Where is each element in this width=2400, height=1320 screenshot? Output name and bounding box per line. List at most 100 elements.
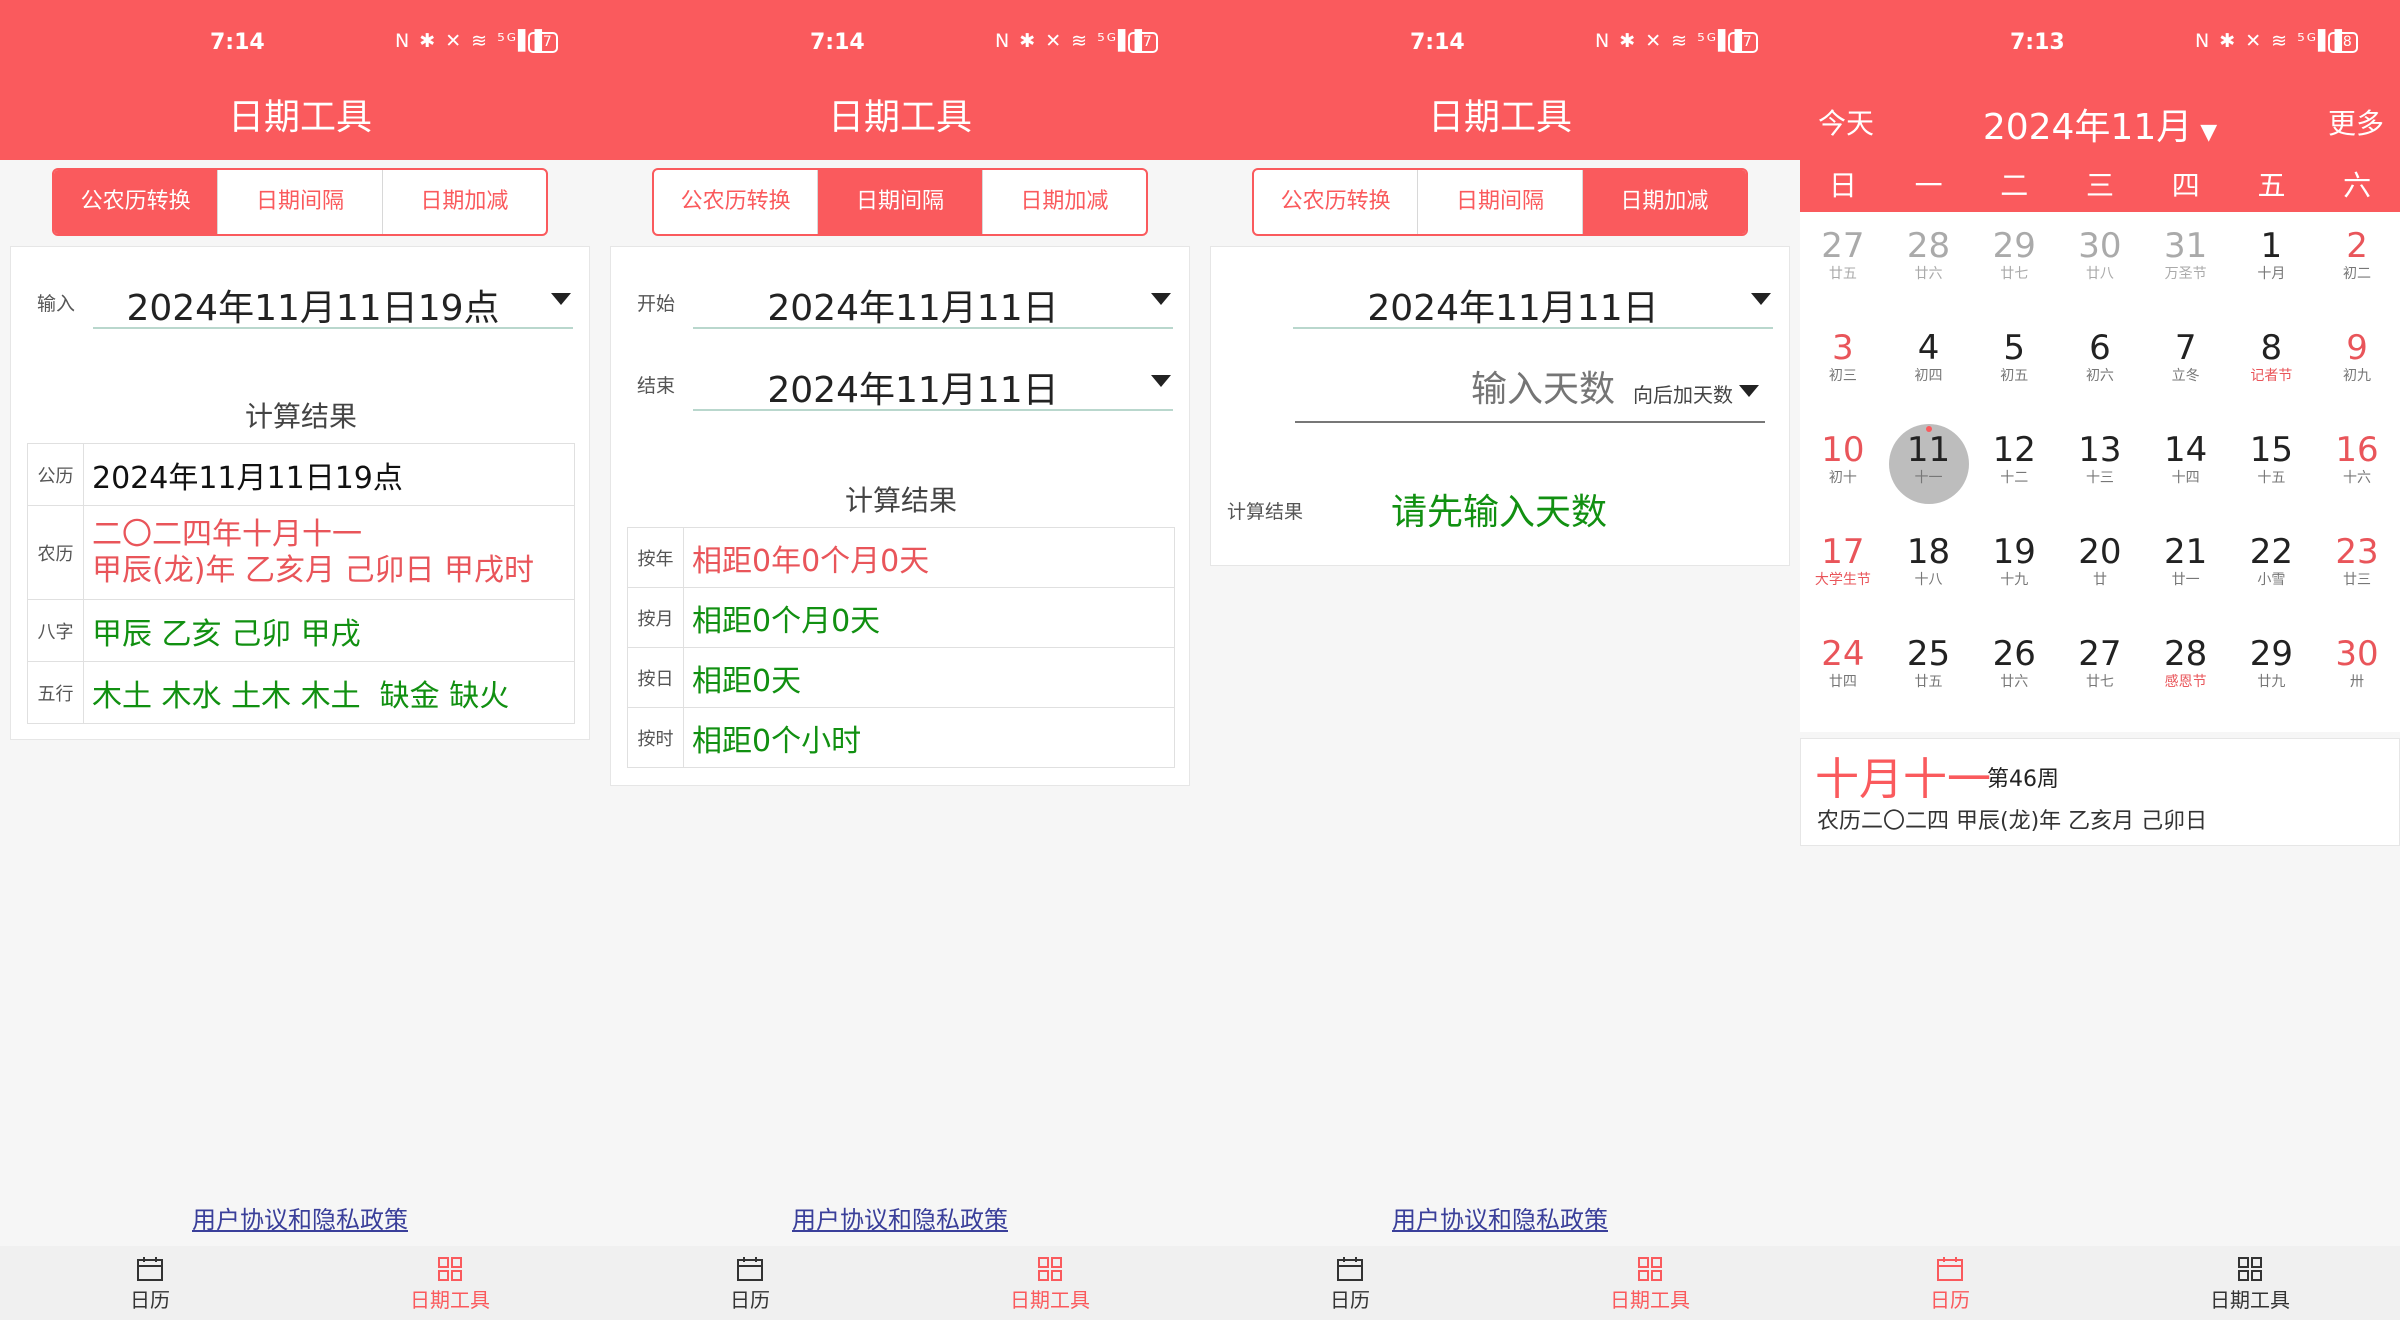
row-value: 相距0天: [683, 647, 1175, 708]
tab-date-add[interactable]: 日期加减: [1582, 170, 1746, 234]
day-lunar: 廿五: [1828, 266, 1857, 282]
calendar-day[interactable]: 26 廿六: [1971, 620, 2057, 722]
start-label: 开始: [637, 293, 676, 315]
day-lunar: 万圣节: [2164, 266, 2207, 282]
calendar-day[interactable]: 14 十四: [2143, 416, 2229, 518]
row-key: 按时: [627, 707, 684, 768]
month-selector[interactable]: 2024年11月 ▼: [1800, 98, 2400, 150]
calendar-day[interactable]: 8 记者节: [2229, 314, 2315, 416]
nav-calendar[interactable]: 日历: [1200, 1246, 1500, 1320]
privacy-link[interactable]: 用户协议和隐私政策: [0, 1200, 600, 1235]
tab-date-interval[interactable]: 日期间隔: [218, 170, 383, 234]
result-table: 按年 相距0年0个月0天 按月 相距0个月0天 按日 相距0天 按时 相距0个小时: [627, 527, 1175, 768]
calendar-day[interactable]: 16 十六: [2314, 416, 2400, 518]
day-lunar: 初十: [1828, 470, 1857, 486]
calendar-day[interactable]: 2 初二: [2314, 212, 2400, 314]
date-input-picker[interactable]: 2024年11月11日19点: [93, 269, 573, 329]
nav-date-tools[interactable]: 日期工具: [1500, 1246, 1800, 1320]
calendar-day[interactable]: 4 初四: [1886, 314, 1972, 416]
privacy-link[interactable]: 用户协议和隐私政策: [1200, 1200, 1800, 1235]
calendar-day[interactable]: 11 十一: [1886, 416, 1972, 518]
day-number: 11: [1906, 430, 1951, 470]
tab-lunar-convert[interactable]: 公农历转换: [654, 170, 819, 234]
weekday-label: 日: [1828, 169, 1857, 202]
day-lunar: 廿八: [2085, 266, 2114, 282]
input-label: 输入: [37, 293, 76, 315]
start-date-picker[interactable]: 2024年11月11日: [693, 269, 1173, 329]
calendar-day[interactable]: 21 廿一: [2143, 518, 2229, 620]
calendar-day[interactable]: 1 十月: [2229, 212, 2315, 314]
day-lunar: 记者节: [2250, 368, 2293, 384]
lunar-ganzhi: 甲辰(龙)年 乙亥月 己卯日 甲戌时: [92, 552, 535, 588]
row-value: 相距0年0个月0天: [683, 527, 1175, 588]
grid-icon: [1638, 1257, 1662, 1281]
day-number: 30: [2335, 634, 2379, 674]
calendar-day[interactable]: 27 廿五: [1800, 212, 1886, 314]
row-value: 相距0个月0天: [683, 587, 1175, 648]
nav-calendar[interactable]: 日历: [1800, 1246, 2100, 1320]
tab-date-add[interactable]: 日期加减: [383, 170, 546, 234]
calendar-day[interactable]: 30 廿八: [2057, 212, 2143, 314]
calendar-day[interactable]: 30 卅: [2314, 620, 2400, 722]
calendar-day[interactable]: 22 小雪: [2229, 518, 2315, 620]
screen-date-add: 7:14 N ✱ ✕ ≋ ⁵ᴳ▌▌ 87 日期工具 公农历转换 日期间隔 日期加…: [1200, 0, 1800, 1320]
tab-date-interval[interactable]: 日期间隔: [818, 170, 983, 234]
day-number: 8: [2260, 328, 2283, 368]
battery-icon: 87: [1128, 32, 1158, 53]
calendar-day[interactable]: 17 大学生节: [1800, 518, 1886, 620]
calendar-day[interactable]: 27 廿七: [2057, 620, 2143, 722]
result-label: 计算结果: [1227, 501, 1304, 523]
calendar-day[interactable]: 19 十九: [1971, 518, 2057, 620]
end-date-picker[interactable]: 2024年11月11日: [693, 351, 1173, 411]
calendar-day[interactable]: 18 十八: [1886, 518, 1972, 620]
table-row: 八字 甲辰 乙亥 己卯 甲戌: [27, 599, 575, 662]
tab-bar: 公农历转换 日期间隔 日期加减: [652, 168, 1148, 236]
calendar-day[interactable]: 23 廿三: [2314, 518, 2400, 620]
day-lunar: 十五: [2257, 470, 2286, 486]
day-number: 14: [2164, 430, 2208, 470]
calendar-day[interactable]: 10 初十: [1800, 416, 1886, 518]
nav-date-tools[interactable]: 日期工具: [900, 1246, 1200, 1320]
dropdown-arrow-icon: [1151, 293, 1171, 305]
calendar-day[interactable]: 9 初九: [2314, 314, 2400, 416]
calendar-day[interactable]: 29 廿七: [1971, 212, 2057, 314]
calendar-day[interactable]: 31 万圣节: [2143, 212, 2229, 314]
calendar-day[interactable]: 28 感恩节: [2143, 620, 2229, 722]
day-number: 19: [1992, 532, 2036, 572]
day-lunar: 十九: [2000, 572, 2029, 588]
calendar-day[interactable]: 28 廿六: [1886, 212, 1972, 314]
nav-date-tools[interactable]: 日期工具: [300, 1246, 600, 1320]
day-lunar: 廿四: [1828, 674, 1857, 690]
calendar-day[interactable]: 29 廿九: [2229, 620, 2315, 722]
screen-calendar: 7:13 N ✱ ✕ ≋ ⁵ᴳ▌▌ 88 今天 2024年11月 ▼ 更多 日 一…: [1800, 0, 2400, 1320]
calendar-day[interactable]: 6 初六: [2057, 314, 2143, 416]
calendar-day[interactable]: 3 初三: [1800, 314, 1886, 416]
calendar-day[interactable]: 5 初五: [1971, 314, 2057, 416]
calendar-day[interactable]: 7 立冬: [2143, 314, 2229, 416]
calendar-day[interactable]: 13 十三: [2057, 416, 2143, 518]
dropdown-arrow-icon: [1739, 385, 1759, 397]
day-number: 6: [2089, 328, 2111, 368]
days-input[interactable]: [1295, 363, 1615, 415]
tab-lunar-convert[interactable]: 公农历转换: [1254, 170, 1419, 234]
direction-select[interactable]: 向后加天数: [1633, 379, 1733, 408]
calendar-day[interactable]: 24 廿四: [1800, 620, 1886, 722]
more-button[interactable]: 更多: [2328, 102, 2384, 142]
tab-lunar-convert[interactable]: 公农历转换: [54, 170, 219, 234]
base-date-picker[interactable]: 2024年11月11日: [1293, 269, 1773, 329]
calendar-day[interactable]: 25 廿五: [1886, 620, 1972, 722]
tab-date-interval[interactable]: 日期间隔: [1418, 170, 1583, 234]
day-number: 5: [2003, 328, 2026, 368]
day-number: 23: [2335, 532, 2379, 572]
day-lunar: 十月: [2257, 266, 2286, 282]
nav-calendar[interactable]: 日历: [0, 1246, 300, 1320]
day-lunar: 初三: [1828, 368, 1857, 384]
calendar-day[interactable]: 15 十五: [2229, 416, 2315, 518]
lunar-date: 二〇二四年十月十一: [92, 516, 362, 552]
nav-date-tools[interactable]: 日期工具: [2100, 1246, 2400, 1320]
privacy-link[interactable]: 用户协议和隐私政策: [600, 1200, 1200, 1235]
tab-date-add[interactable]: 日期加减: [983, 170, 1146, 234]
calendar-day[interactable]: 12 十二: [1971, 416, 2057, 518]
calendar-day[interactable]: 20 廿: [2057, 518, 2143, 620]
nav-calendar[interactable]: 日历: [600, 1246, 900, 1320]
